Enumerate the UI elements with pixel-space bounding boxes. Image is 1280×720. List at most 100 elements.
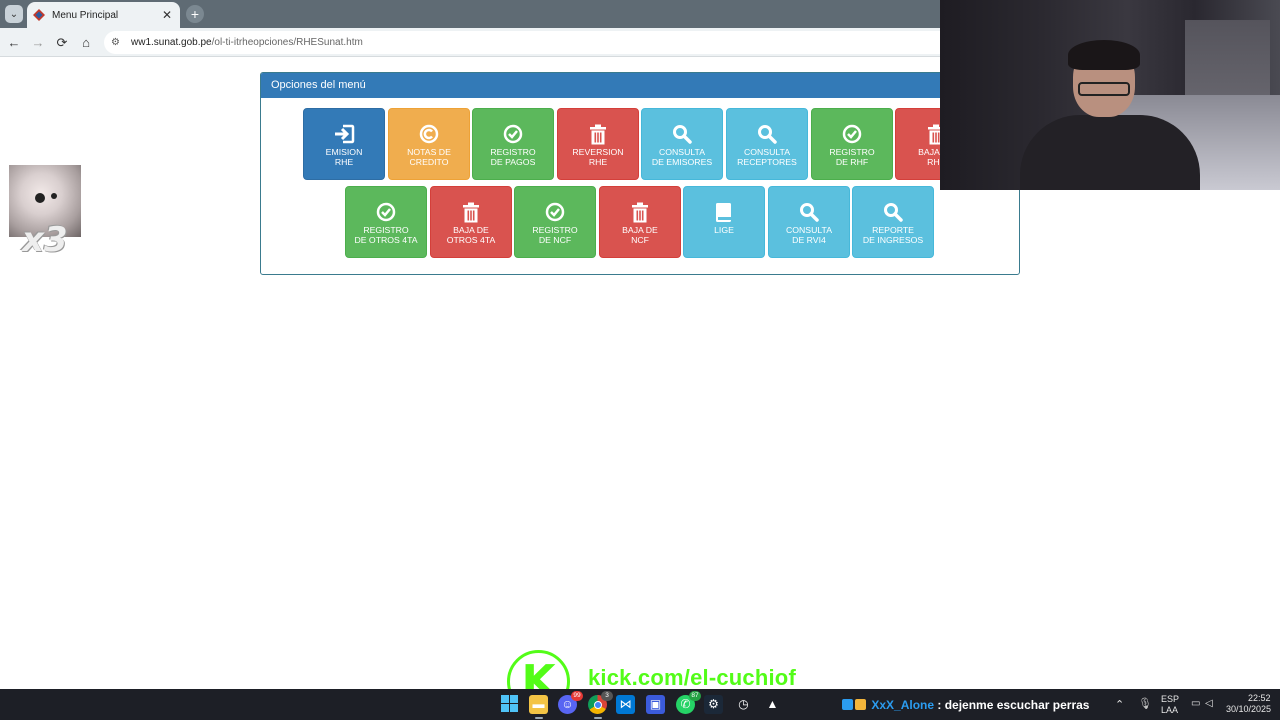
tile-emision-rhe[interactable]: EMISION RHE (303, 108, 385, 180)
microphone-icon[interactable]: 🎙 (1138, 697, 1152, 710)
discord-badge: 99 (571, 691, 583, 701)
tile-label-line1: REGISTRO (363, 225, 409, 235)
back-icon[interactable]: ← (5, 34, 23, 52)
check-circle-icon (346, 199, 426, 225)
check-circle-icon (812, 121, 892, 147)
sign-in-icon (304, 121, 384, 147)
steam-icon[interactable]: ⚙ (704, 695, 723, 714)
tile-label-line1: NOTAS DE (407, 147, 451, 157)
search-icon (727, 121, 807, 147)
tile-label-line1: BAJA DE (453, 225, 489, 235)
tile-label-line2: CREDITO (409, 157, 449, 167)
panel-title: Opciones del menú (261, 73, 1019, 98)
tile-label-line1: REVERSION (572, 147, 624, 157)
chat-username: XxX_Alone (871, 698, 935, 712)
tile-registro-de-otros-4ta[interactable]: REGISTRO DE OTROS 4TA (345, 186, 427, 258)
tile-consulta-de-rvi4[interactable]: CONSULTA DE RVI4 (768, 186, 850, 258)
tile-label-line1: REGISTRO (829, 147, 875, 157)
tile-registro-de-rhf[interactable]: REGISTRO DE RHF (811, 108, 893, 180)
lang-code[interactable]: ESP (1161, 694, 1179, 704)
tile-label-line1: REGISTRO (532, 225, 578, 235)
url-path: /ol-ti-itrheopciones/RHESunat.htm (211, 37, 363, 48)
tile-label-line1: CONSULTA (658, 147, 705, 157)
search-icon (853, 199, 933, 225)
chat-message: XxX_Alone : dejenme escuchar perras (842, 698, 1089, 712)
check-circle-icon (515, 199, 595, 225)
tile-baja-de-otros-4ta[interactable]: BAJA DE OTROS 4TA (430, 186, 512, 258)
tile-registro-de-pagos[interactable]: REGISTRO DE PAGOS (472, 108, 554, 180)
volume-icon[interactable]: ◁ (1205, 698, 1213, 709)
sunat-favicon-icon (33, 9, 45, 21)
chat-separator: : (934, 698, 945, 712)
tile-baja-de-ncf[interactable]: BAJA DE NCF (599, 186, 681, 258)
tile-label-line2: DE NCF (538, 235, 572, 245)
tile-reversion-rhe[interactable]: REVERSION RHE (557, 108, 639, 180)
url-host: ww1.sunat.gob.pe (131, 37, 212, 48)
tile-label-line1: REPORTE (872, 225, 914, 235)
search-icon (642, 121, 722, 147)
chrome-badge: 3 (601, 691, 613, 701)
check-circle-icon (473, 121, 553, 147)
whatsapp-icon[interactable]: ✆ 87 (676, 691, 701, 714)
copyright-circle-icon (389, 121, 469, 147)
chrome-icon[interactable]: 3 (588, 691, 613, 714)
tile-consulta-de-emisores[interactable]: CONSULTA DE EMISORES (641, 108, 723, 180)
site-info-icon[interactable]: ⚙ (111, 37, 125, 48)
chat-badge-icon (842, 699, 853, 710)
tile-notas-de-credito[interactable]: NOTAS DE CREDITO (388, 108, 470, 180)
tab-search-button[interactable]: ⌄ (5, 5, 23, 23)
vscode-icon[interactable]: ⋈ (616, 695, 635, 714)
discord-icon[interactable]: ☺ 99 (558, 691, 583, 714)
app-hat-icon[interactable]: ▲ (763, 695, 782, 714)
app-square-icon[interactable]: ▣ (646, 695, 665, 714)
reload-icon[interactable]: ⟳ (53, 34, 71, 52)
chat-text: dejenme escuchar perras (944, 698, 1090, 712)
trash-icon (600, 199, 680, 225)
whatsapp-badge: 87 (689, 691, 701, 701)
tile-label-line1: CONSULTA (743, 147, 790, 157)
tile-label-line2: DE OTROS 4TA (354, 235, 418, 245)
tile-label-line2: DE RHF (835, 157, 869, 167)
tab-close-icon[interactable]: ✕ (160, 8, 174, 22)
file-explorer-icon[interactable]: ▬ (529, 695, 548, 714)
home-icon[interactable]: ⌂ (77, 34, 95, 52)
search-icon (769, 199, 849, 225)
chat-crown-icon (855, 699, 866, 710)
tile-label-line2: RHE (334, 157, 354, 167)
tab-title: Menu Principal (52, 9, 119, 21)
forward-icon[interactable]: → (29, 34, 47, 52)
tile-label-line1: REGISTRO (490, 147, 536, 157)
tile-label-line1: BAJA DE (622, 225, 658, 235)
tile-label-line2: OTROS 4TA (446, 235, 496, 245)
tile-label-line1: LIGE (714, 225, 734, 235)
trash-icon (431, 199, 511, 225)
keyboard-layout[interactable]: LAA (1161, 705, 1178, 715)
tab-menu-principal[interactable]: Menu Principal ✕ (27, 2, 180, 28)
webcam-overlay (940, 0, 1280, 190)
trash-icon (558, 121, 638, 147)
clock-date[interactable]: 30/10/2025 (1226, 704, 1271, 714)
tile-lige[interactable]: LIGE (683, 186, 765, 258)
network-icon[interactable]: ▭ (1191, 698, 1200, 709)
tile-label-line2: DE EMISORES (651, 157, 713, 167)
kick-url: kick.com/el-cuchiof (588, 665, 796, 690)
tile-label-line1: EMISION (325, 147, 363, 157)
multiplier-label: x3 (22, 220, 68, 260)
windows-start-icon[interactable] (500, 695, 519, 714)
tile-label-line2: DE PAGOS (490, 157, 536, 167)
clock-app-icon[interactable]: ◷ (734, 695, 753, 714)
tile-label-line1: CONSULTA (785, 225, 832, 235)
tile-label-line2: NCF (631, 235, 649, 245)
tile-reporte-de-ingresos[interactable]: REPORTE DE INGRESOS (852, 186, 934, 258)
tile-label-line2: DE INGRESOS (862, 235, 924, 245)
tray-chevron-icon[interactable]: ⌃ (1115, 698, 1124, 711)
tile-label-line2: DE RVI4 (792, 235, 826, 245)
book-icon (684, 199, 764, 225)
menu-options-panel: Opciones del menú EMISION RHE NOTAS DE CRED… (260, 72, 1020, 275)
tile-label-line2: RECEPTORES (737, 157, 797, 167)
tile-consulta-receptores[interactable]: CONSULTA RECEPTORES (726, 108, 808, 180)
clock-time[interactable]: 22:52 (1248, 693, 1271, 703)
tile-registro-de-ncf[interactable]: REGISTRO DE NCF (514, 186, 596, 258)
tile-label-line2: RHE (588, 157, 608, 167)
new-tab-button[interactable]: + (186, 5, 204, 23)
